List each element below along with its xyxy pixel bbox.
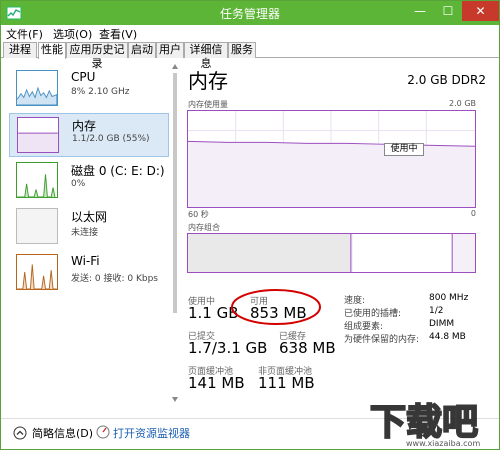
tab-processes[interactable]: 进程 xyxy=(3,42,37,58)
sidebar-item-ethernet[interactable]: 以太网 未连接 xyxy=(9,205,169,249)
sidebar-item-sub: 8% 2.10 GHz xyxy=(71,87,130,97)
sidebar-scrollbar[interactable] xyxy=(172,63,178,403)
form-factor-label: 组成要素: xyxy=(344,322,384,332)
sidebar-item-label: CPU xyxy=(71,70,96,84)
sidebar-item-disk[interactable]: 磁盘 0 (C: E: D:) 0% xyxy=(9,159,169,203)
xiazaiba-watermark: 下载吧 www.xiazaiba.com xyxy=(369,401,480,448)
memory-type: 2.0 GB DDR2 xyxy=(407,73,486,87)
maximize-button[interactable]: ☐ xyxy=(434,1,462,21)
resource-monitor-icon xyxy=(96,425,110,439)
reserved-value: 44.8 MB xyxy=(429,332,466,342)
time-axis-left: 60 秒 xyxy=(188,210,209,219)
menu-file[interactable]: 文件(F) xyxy=(6,26,43,42)
fewer-details-link[interactable]: 简略信息(D) xyxy=(32,425,93,441)
sidebar-item-sub: 发送: 0 接收: 0 Kbps xyxy=(71,274,158,284)
cached-value: 638 MB xyxy=(279,339,336,357)
annotation-circle xyxy=(231,289,321,325)
sidebar-item-label: 磁盘 0 (C: E: D:) xyxy=(71,164,165,178)
composition-label: 内存组合 xyxy=(188,223,220,232)
title-bar[interactable]: 任务管理器 — ☐ ✕ xyxy=(1,1,499,25)
nonpaged-pool-value: 111 MB xyxy=(258,374,315,392)
minimize-button[interactable]: — xyxy=(406,1,434,21)
ethernet-thumbnail xyxy=(16,208,58,244)
menu-bar: 文件(F) 选项(O) 查看(V) xyxy=(1,25,499,41)
sidebar-item-memory[interactable]: 内存 1.1/2.0 GB (55%) xyxy=(9,113,169,157)
page-title: 内存 xyxy=(188,69,228,93)
svg-text:www.xiazaiba.com: www.xiazaiba.com xyxy=(406,439,480,448)
close-button[interactable]: ✕ xyxy=(462,1,499,21)
sidebar-item-label: Wi-Fi xyxy=(71,254,100,268)
memory-usage-graph xyxy=(187,110,476,208)
slots-label: 已使用的插槽: xyxy=(344,309,402,319)
open-resource-monitor-link[interactable]: 打开资源监视器 xyxy=(113,425,190,441)
tab-services[interactable]: 服务 xyxy=(228,42,256,58)
sidebar-item-sub: 1.1/2.0 GB (55%) xyxy=(72,134,150,144)
sidebar-item-sub: 0% xyxy=(71,179,86,189)
tab-app-history[interactable]: 应用历史记录 xyxy=(66,42,128,70)
memory-thumbnail xyxy=(17,117,59,153)
sidebar-item-cpu[interactable]: CPU 8% 2.10 GHz xyxy=(9,67,169,111)
sidebar-item-label: 以太网 xyxy=(71,210,108,224)
tab-startup[interactable]: 启动 xyxy=(128,42,156,58)
reserved-label: 为硬件保留的内存: xyxy=(344,335,420,345)
usage-max: 2.0 GB xyxy=(449,99,476,108)
tab-performance[interactable]: 性能 xyxy=(38,42,66,59)
time-axis-right: 0 xyxy=(470,209,476,218)
graph-tooltip: 使用中 xyxy=(384,143,424,156)
memory-composition-bar xyxy=(187,233,476,273)
tab-details[interactable]: 详细信息 xyxy=(184,42,228,70)
svg-text:下载吧: 下载吧 xyxy=(370,402,478,443)
committed-value: 1.7/3.1 GB xyxy=(188,339,268,357)
menu-options[interactable]: 选项(O) xyxy=(53,26,92,42)
task-manager-window: 任务管理器 — ☐ ✕ 文件(F) 选项(O) 查看(V) 进程 性能 应用历史… xyxy=(0,0,500,450)
speed-value: 800 MHz xyxy=(429,293,469,303)
cpu-thumbnail xyxy=(16,70,58,106)
collapse-icon[interactable] xyxy=(13,426,27,440)
form-factor-value: DIMM xyxy=(429,319,455,329)
memory-panel: 内存 2.0 GB DDR2 内存使用量 2.0 GB 使用中 60 秒 0 内… xyxy=(186,63,486,403)
speed-label: 速度: xyxy=(344,296,366,306)
menu-view[interactable]: 查看(V) xyxy=(99,26,137,42)
sidebar-item-label: 内存 xyxy=(72,119,97,133)
sidebar-item-sub: 未连接 xyxy=(71,228,99,238)
wifi-thumbnail xyxy=(16,254,58,290)
usage-label: 内存使用量 xyxy=(188,100,228,109)
slots-value: 1/2 xyxy=(429,306,444,316)
tab-users[interactable]: 用户 xyxy=(156,42,184,58)
paged-pool-value: 141 MB xyxy=(188,374,245,392)
performance-sidebar: CPU 8% 2.10 GHz 内存 1.1/2.0 GB (55%) 磁盘 0… xyxy=(9,63,169,403)
tab-strip: 进程 性能 应用历史记录 启动 用户 详细信息 服务 xyxy=(1,41,499,70)
sidebar-item-wifi[interactable]: Wi-Fi 发送: 0 接收: 0 Kbps xyxy=(9,251,169,295)
disk-thumbnail xyxy=(16,162,58,198)
